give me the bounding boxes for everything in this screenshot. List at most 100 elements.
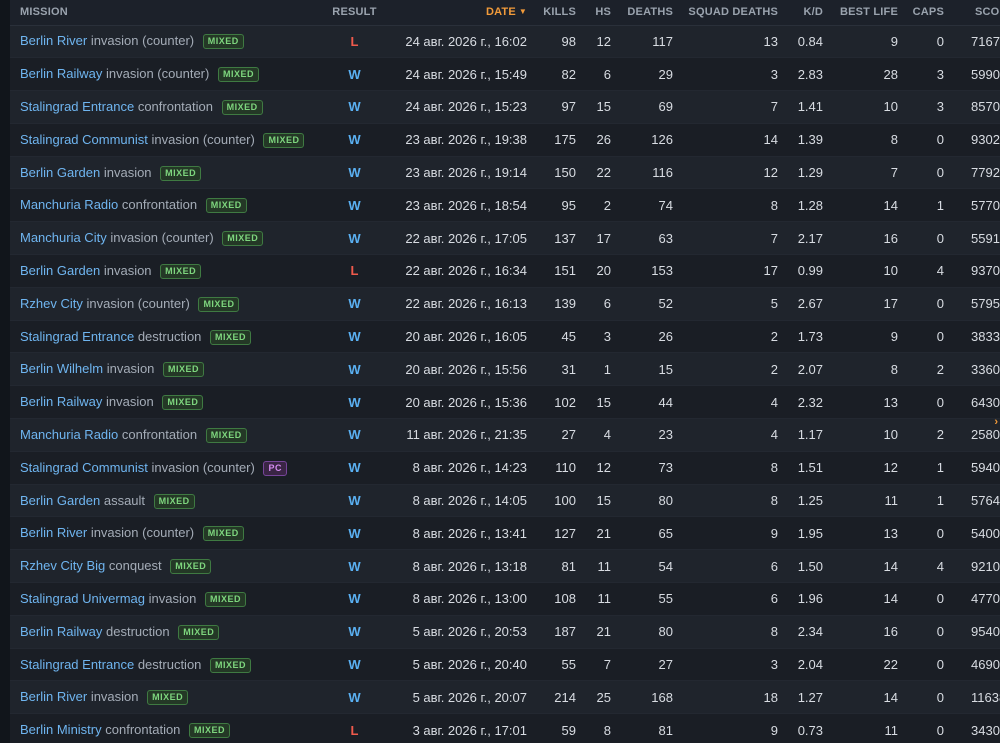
table-row[interactable]: Stalingrad Entrance destruction MIXED W … — [10, 320, 1000, 354]
result-cell: W — [322, 615, 387, 649]
squad-deaths-cell: 7 — [678, 90, 783, 124]
header-kills[interactable]: KILLS — [532, 0, 581, 26]
platform-badge: MIXED — [162, 395, 204, 411]
kills-cell: 139 — [532, 287, 581, 321]
map-link[interactable]: Berlin Garden — [20, 493, 100, 508]
score-cell: 7167 — [949, 25, 1000, 59]
platform-badge: MIXED — [160, 165, 202, 181]
kd-cell: 1.96 — [783, 582, 828, 616]
mission-cell: Stalingrad Entrance confrontation MIXED — [10, 90, 322, 124]
mode-label: destruction — [137, 328, 202, 344]
map-link[interactable]: Berlin Railway — [20, 66, 102, 81]
header-caps[interactable]: CAPS — [903, 0, 949, 26]
mission-cell: Manchuria City invasion (counter) MIXED — [10, 221, 322, 256]
table-row[interactable]: Stalingrad Entrance destruction MIXED W … — [10, 648, 1000, 682]
map-link[interactable]: Berlin Garden — [20, 263, 100, 278]
table-row[interactable]: Berlin Garden assault MIXED W 8 авг. 202… — [10, 484, 1000, 518]
table-row[interactable]: Rzhev City Big conquest MIXED W 8 авг. 2… — [10, 549, 1000, 584]
kd-cell: 1.51 — [783, 451, 828, 485]
mission-cell: Berlin Wilhelm invasion MIXED — [10, 352, 322, 387]
header-squad-deaths-label: SQUAD DEATHS — [688, 6, 778, 19]
map-link[interactable]: Berlin Wilhelm — [20, 361, 103, 376]
header-score[interactable]: SCORE — [949, 0, 1000, 26]
table-row[interactable]: Berlin Ministry confrontation MIXED L 3 … — [10, 713, 1000, 743]
platform-badge: PC — [263, 460, 287, 476]
table-row[interactable]: Berlin Railway invasion (counter) MIXED … — [10, 57, 1000, 92]
table-row[interactable]: Berlin River invasion (counter) MIXED W … — [10, 516, 1000, 551]
squad-deaths-cell: 8 — [678, 615, 783, 649]
map-link[interactable]: Rzhev City Big — [20, 558, 105, 573]
header-result[interactable]: RESULT — [322, 0, 387, 26]
map-link[interactable]: Berlin River — [20, 689, 87, 704]
map-link[interactable]: Berlin River — [20, 525, 87, 540]
table-row[interactable]: Berlin Garden invasion MIXED W 23 авг. 2… — [10, 156, 1000, 190]
table-row[interactable]: Berlin Railway invasion MIXED W 20 авг. … — [10, 385, 1000, 420]
caps-cell: 1 — [903, 451, 949, 485]
kd-cell: 0.84 — [783, 25, 828, 59]
header-best-life[interactable]: BEST LIFE — [828, 0, 903, 26]
map-link[interactable]: Berlin Railway — [20, 394, 102, 409]
best-life-cell: 14 — [828, 188, 903, 223]
result-cell: W — [322, 418, 387, 452]
table-row[interactable]: Manchuria Radio confrontation MIXED W 23… — [10, 188, 1000, 223]
table-row[interactable]: Berlin Railway destruction MIXED W 5 авг… — [10, 615, 1000, 649]
map-link[interactable]: Manchuria Radio — [20, 427, 118, 442]
table-row[interactable]: Stalingrad Entrance confrontation MIXED … — [10, 90, 1000, 124]
map-link[interactable]: Stalingrad Communist — [20, 132, 148, 147]
result-cell: W — [322, 287, 387, 321]
header-mission[interactable]: MISSION — [10, 0, 322, 26]
map-link[interactable]: Berlin River — [20, 33, 87, 48]
table-row[interactable]: Berlin Garden invasion MIXED L 22 авг. 2… — [10, 254, 1000, 288]
header-hs[interactable]: HS — [581, 0, 616, 26]
platform-badge: MIXED — [263, 132, 305, 148]
hs-cell: 12 — [581, 451, 616, 485]
header-kd[interactable]: K/D — [783, 0, 828, 26]
mission-cell: Berlin Garden invasion MIXED — [10, 254, 322, 288]
table-row[interactable]: Stalingrad Communist invasion (counter) … — [10, 451, 1000, 485]
table-row[interactable]: Rzhev City invasion (counter) MIXED W 22… — [10, 287, 1000, 321]
header-deaths[interactable]: DEATHS — [616, 0, 678, 26]
date-cell: 8 авг. 2026 г., 13:00 — [387, 582, 532, 616]
table-row[interactable]: Berlin River invasion MIXED W 5 авг. 202… — [10, 680, 1000, 715]
map-link[interactable]: Stalingrad Communist — [20, 460, 148, 475]
date-cell: 24 авг. 2026 г., 15:23 — [387, 90, 532, 124]
best-life-cell: 13 — [828, 385, 903, 420]
header-squad-deaths[interactable]: SQUAD DEATHS — [678, 0, 783, 26]
chevron-right-icon[interactable]: › — [994, 416, 998, 428]
map-link[interactable]: Berlin Garden — [20, 165, 100, 180]
mission-cell: Manchuria Radio confrontation MIXED — [10, 418, 322, 452]
header-date[interactable]: DATE ▼ — [387, 0, 532, 26]
table-row[interactable]: Stalingrad Univermag invasion MIXED W 8 … — [10, 582, 1000, 616]
score-cell: 4690 — [949, 648, 1000, 682]
kills-cell: 175 — [532, 123, 581, 157]
header-kd-label: K/D — [803, 6, 823, 19]
header-kills-label: KILLS — [543, 6, 576, 19]
table-row[interactable]: Berlin Wilhelm invasion MIXED W 20 авг. … — [10, 352, 1000, 387]
result-cell: W — [322, 90, 387, 124]
best-life-cell: 14 — [828, 680, 903, 715]
best-life-cell: 10 — [828, 90, 903, 124]
map-link[interactable]: Manchuria Radio — [20, 197, 118, 212]
map-link[interactable]: Manchuria City — [20, 230, 107, 245]
score-cell: 5400 — [949, 516, 1000, 551]
table-row[interactable]: Stalingrad Communist invasion (counter) … — [10, 123, 1000, 157]
squad-deaths-cell: 17 — [678, 254, 783, 288]
table-row[interactable]: Manchuria Radio confrontation MIXED W 11… — [10, 418, 1000, 452]
squad-deaths-cell: 8 — [678, 451, 783, 485]
table-row[interactable]: Berlin River invasion (counter) MIXED L … — [10, 25, 1000, 59]
map-link[interactable]: Rzhev City — [20, 296, 83, 311]
map-link[interactable]: Stalingrad Univermag — [20, 591, 145, 606]
map-link[interactable]: Berlin Railway — [20, 624, 102, 639]
date-cell: 24 авг. 2026 г., 15:49 — [387, 57, 532, 92]
best-life-cell: 13 — [828, 516, 903, 551]
score-cell: 5770 — [949, 188, 1000, 223]
map-link[interactable]: Stalingrad Entrance — [20, 329, 134, 344]
squad-deaths-cell: 18 — [678, 680, 783, 715]
map-link[interactable]: Stalingrad Entrance — [20, 99, 134, 114]
deaths-cell: 80 — [616, 615, 678, 649]
table-row[interactable]: Manchuria City invasion (counter) MIXED … — [10, 221, 1000, 256]
hs-cell: 22 — [581, 156, 616, 190]
date-cell: 23 авг. 2026 г., 19:14 — [387, 156, 532, 190]
map-link[interactable]: Berlin Ministry — [20, 722, 102, 737]
map-link[interactable]: Stalingrad Entrance — [20, 657, 134, 672]
